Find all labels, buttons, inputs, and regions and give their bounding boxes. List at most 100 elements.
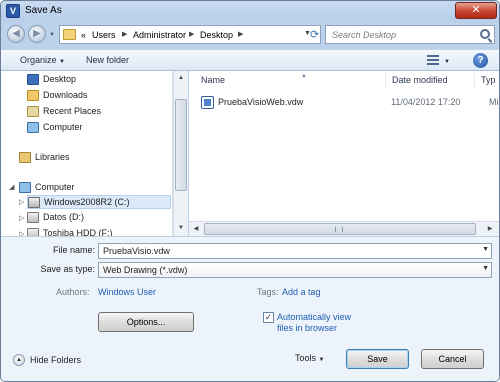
file-list: Name ▲ Date modified Typ PruebaVisioWeb.… (189, 71, 499, 221)
column-header-label: Name (201, 75, 226, 85)
sort-ascending-icon: ▲ (301, 73, 307, 79)
save-as-type-value: Web Drawing (*.vdw) (103, 265, 188, 275)
breadcrumb-users[interactable]: Users (92, 30, 116, 40)
auto-view-label-line2[interactable]: files in browser (277, 323, 337, 334)
hide-folders-button[interactable]: Hide Folders (30, 355, 81, 365)
scrollbar-thumb[interactable] (175, 99, 187, 191)
scroll-up-icon[interactable]: ▲ (175, 72, 187, 84)
file-date: 11/04/2012 17:20 (391, 97, 461, 107)
nav-item-drive-f[interactable]: Toshiba HDD (F:) (27, 227, 167, 236)
address-bar[interactable]: « Users ▶ Administrator ▶ Desktop ▶ ▼ ⟳ (59, 25, 321, 44)
cancel-button[interactable]: Cancel (421, 349, 484, 369)
options-button[interactable]: Options... (98, 312, 194, 332)
nav-item-label: Datos (D:) (43, 212, 85, 222)
expand-chevron-icon[interactable]: ▷ (19, 198, 24, 206)
computer-icon (19, 182, 31, 193)
visio-app-icon: V (6, 4, 20, 18)
views-dropdown-icon[interactable]: ▼ (444, 55, 450, 65)
file-name-label: File name: (21, 245, 95, 255)
nav-item-recent-places[interactable]: Recent Places (27, 105, 167, 119)
save-as-dialog: V Save As ✕ ◀ ▶ ▼ « Users ▶ Administrato… (0, 0, 500, 382)
recent-locations-dropdown-icon[interactable]: ▼ (49, 32, 55, 38)
close-button[interactable]: ✕ (455, 2, 497, 19)
nav-item-computer-favorite[interactable]: Computer (27, 121, 167, 135)
nav-item-label: Computer (43, 122, 83, 132)
window-title: Save As (25, 5, 62, 16)
nav-item-desktop[interactable]: Desktop (27, 73, 167, 87)
file-name-field[interactable]: PruebaVisio.vdw ▼ (98, 243, 492, 259)
save-as-type-select[interactable]: Web Drawing (*.vdw) ▼ (98, 262, 492, 278)
scroll-right-icon[interactable]: ▶ (484, 223, 496, 235)
folder-icon (63, 29, 76, 40)
title-bar: V Save As ✕ (1, 1, 499, 21)
tags-label: Tags: (257, 287, 279, 297)
search-input[interactable]: Search Desktop (325, 25, 495, 44)
nav-item-computer[interactable]: Computer (19, 181, 167, 195)
help-icon[interactable]: ? (473, 53, 488, 68)
expand-chevron-icon[interactable]: ▷ (19, 230, 24, 236)
file-row[interactable]: PruebaVisioWeb.vdw 11/04/2012 17:20 Mic (197, 96, 499, 110)
expand-chevron-icon[interactable]: ◢ (9, 183, 14, 191)
scrollbar-grip-icon (335, 227, 343, 232)
file-list-scrollbar[interactable]: ◀ ▶ (189, 221, 499, 236)
forward-button[interactable]: ▶ (28, 25, 46, 43)
column-header-date-modified[interactable]: Date modified (392, 75, 448, 85)
nav-item-drive-d[interactable]: Datos (D:) (27, 211, 167, 225)
scroll-left-icon[interactable]: ◀ (190, 223, 202, 235)
column-header-type[interactable]: Typ (481, 75, 496, 85)
nav-item-label: Libraries (35, 152, 70, 162)
save-button[interactable]: Save (346, 349, 409, 369)
chevron-down-icon: ▼ (318, 357, 325, 363)
chevron-down-icon: ▼ (59, 59, 65, 65)
nav-item-downloads[interactable]: Downloads (27, 89, 167, 103)
nav-item-libraries[interactable]: Libraries (19, 151, 167, 165)
search-icon[interactable] (480, 29, 490, 39)
authors-label: Authors: (56, 287, 90, 297)
breadcrumb-separator-icon[interactable]: ▶ (189, 30, 194, 38)
nav-item-label: Toshiba HDD (F:) (43, 228, 113, 236)
back-button[interactable]: ◀ (7, 25, 25, 43)
visio-file-icon (201, 96, 214, 109)
breadcrumb-overflow[interactable]: « (81, 30, 86, 40)
breadcrumb-desktop[interactable]: Desktop (200, 30, 233, 40)
authors-value[interactable]: Windows User (98, 287, 156, 297)
breadcrumb-separator-icon[interactable]: ▶ (122, 30, 127, 38)
refresh-icon[interactable]: ⟳ (310, 28, 322, 41)
hide-folders-icon[interactable]: ▲ (13, 354, 25, 366)
navigation-pane-scrollbar[interactable]: ▲ ▼ (173, 71, 188, 236)
drive-icon (27, 212, 39, 223)
file-name-label-text: File name: (52, 245, 95, 255)
computer-icon (27, 122, 39, 133)
breadcrumb-administrator[interactable]: Administrator (133, 30, 186, 40)
chevron-down-icon[interactable]: ▼ (482, 246, 489, 253)
column-header-name[interactable]: Name ▲ (201, 73, 307, 85)
scrollbar-thumb[interactable] (204, 223, 476, 235)
nav-item-label: Recent Places (43, 106, 102, 116)
save-options-panel: File name: PruebaVisio.vdw ▼ Save as typ… (1, 237, 499, 381)
column-divider[interactable] (474, 73, 475, 89)
command-toolbar: Organize ▼ New folder ▼ ? (1, 49, 499, 71)
scroll-down-icon[interactable]: ▼ (175, 222, 187, 234)
column-divider[interactable] (385, 73, 386, 89)
chevron-down-icon[interactable]: ▼ (482, 265, 489, 272)
auto-view-label-line1[interactable]: Automatically view (277, 312, 351, 323)
libraries-icon (19, 152, 31, 163)
nav-item-label: Computer (35, 182, 75, 192)
breadcrumb-separator-icon[interactable]: ▶ (238, 30, 243, 38)
downloads-icon (27, 90, 39, 101)
add-tag-link[interactable]: Add a tag (282, 287, 321, 297)
change-view-icon[interactable] (427, 55, 439, 65)
auto-view-checkbox[interactable]: ✓ (263, 312, 274, 323)
expand-chevron-icon[interactable]: ▷ (19, 214, 24, 222)
navigation-bar: ◀ ▶ ▼ « Users ▶ Administrator ▶ Desktop … (1, 21, 499, 47)
nav-item-drive-c[interactable]: Windows2008R2 (C:) (27, 195, 171, 209)
new-folder-button[interactable]: New folder (86, 55, 129, 65)
file-type: Mic (489, 97, 499, 107)
organize-label: Organize (20, 55, 57, 65)
organize-menu[interactable]: Organize ▼ (20, 55, 65, 65)
file-name: PruebaVisioWeb.vdw (218, 97, 304, 107)
windows-drive-icon (28, 197, 40, 208)
drive-icon (27, 228, 39, 236)
tools-menu[interactable]: Tools ▼ (295, 353, 324, 363)
recent-places-icon (27, 106, 39, 117)
